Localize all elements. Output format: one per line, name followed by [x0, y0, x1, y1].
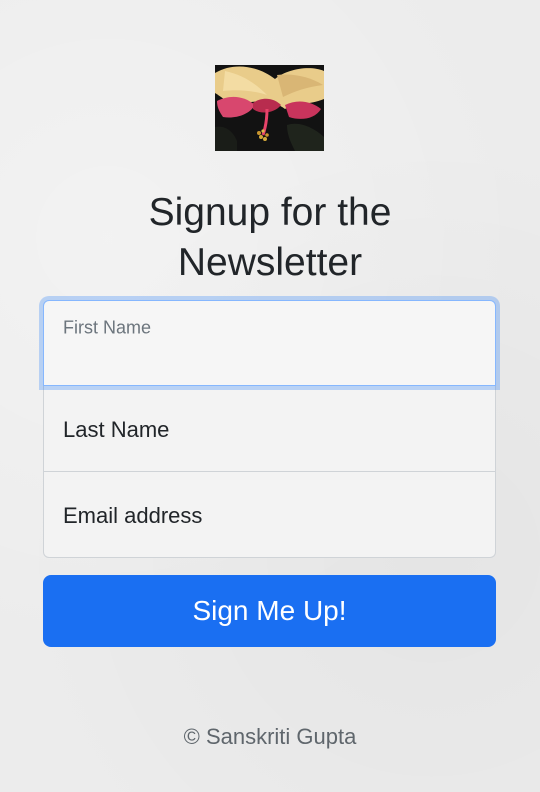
- page-title-line2: Newsletter: [177, 241, 363, 284]
- first-name-label: First Name: [63, 317, 152, 338]
- flower-logo-image: [215, 65, 324, 151]
- first-name-field[interactable]: First Name: [43, 300, 496, 386]
- email-input[interactable]: [63, 519, 476, 545]
- last-name-input[interactable]: [63, 433, 476, 459]
- first-name-input[interactable]: [63, 347, 476, 373]
- footer-copyright: © Sanskriti Gupta: [183, 724, 357, 749]
- last-name-field[interactable]: Last Name: [43, 386, 496, 472]
- signup-form: First Name Last Name Email address: [43, 300, 496, 558]
- flower-icon: [215, 65, 324, 151]
- page-title-line1: Signup for the: [148, 191, 392, 234]
- email-field[interactable]: Email address: [43, 472, 496, 558]
- sign-up-button[interactable]: Sign Me Up!: [43, 575, 496, 647]
- page: Signup for the Newsletter First Name Las…: [0, 0, 540, 792]
- page-title: Signup for the Newsletter: [0, 188, 540, 288]
